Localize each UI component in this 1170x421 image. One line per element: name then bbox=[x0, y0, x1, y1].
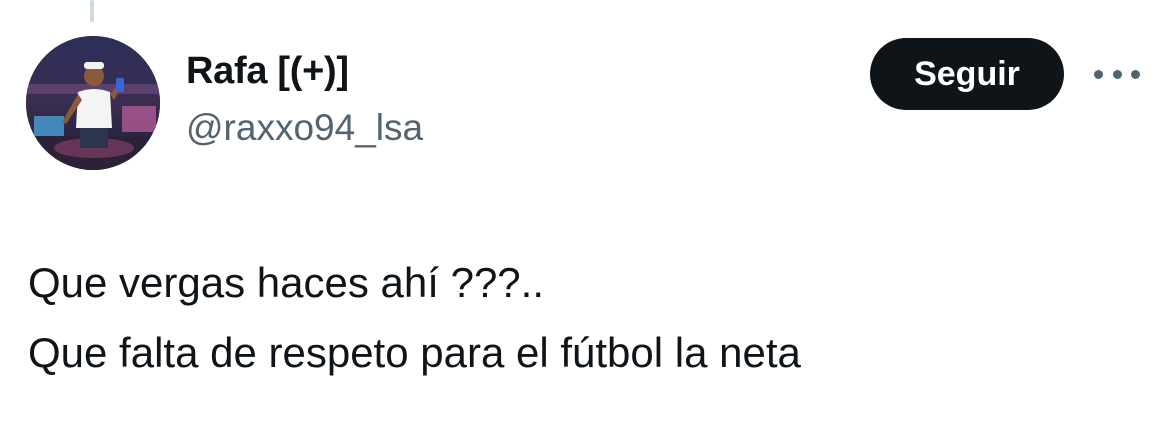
more-dot bbox=[1094, 69, 1103, 79]
follow-button[interactable]: Seguir bbox=[870, 38, 1064, 110]
thread-connector-line bbox=[90, 0, 94, 22]
tweet-line-2: Que falta de respeto para el fútbol la n… bbox=[28, 329, 801, 376]
tweet-body: Que vergas haces ahí ???.. Que falta de … bbox=[28, 248, 801, 388]
tweet-line-1: Que vergas haces ahí ???.. bbox=[28, 259, 544, 306]
author-avatar[interactable] bbox=[26, 36, 160, 170]
more-dot bbox=[1112, 69, 1122, 79]
more-dot bbox=[1131, 69, 1140, 79]
author-display-name[interactable]: Rafa [(+)] bbox=[186, 50, 349, 93]
more-options-icon[interactable] bbox=[1094, 62, 1140, 86]
avatar-photo bbox=[26, 36, 160, 170]
author-handle[interactable]: @raxxo94_lsa bbox=[186, 107, 423, 149]
